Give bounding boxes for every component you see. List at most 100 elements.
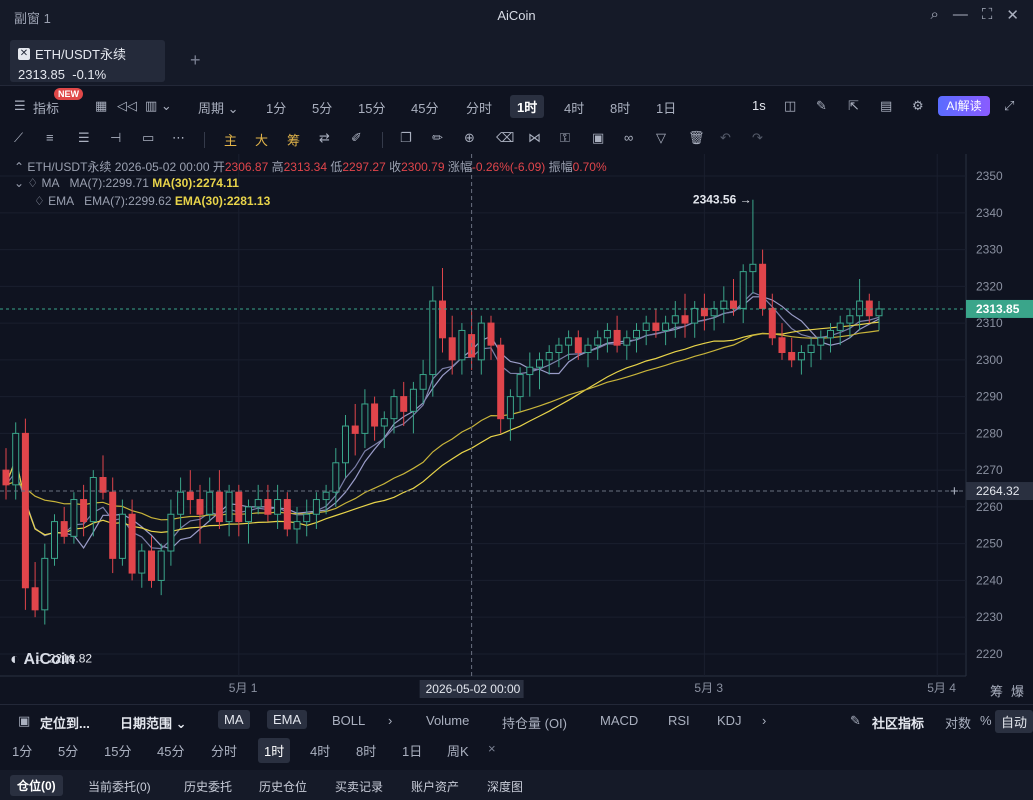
big-tool[interactable]: 大 <box>255 130 268 149</box>
pb-timeshare[interactable]: 分时 <box>211 741 237 760</box>
share-icon[interactable]: ⇱ <box>848 98 859 114</box>
bell-icon[interactable]: ♢ <box>34 194 45 208</box>
tab-assets[interactable]: 账户资产 <box>411 778 459 795</box>
candle-body <box>710 307 718 317</box>
collapse-icon[interactable]: ⌃ <box>14 160 24 174</box>
ray-tool-icon[interactable]: ⊣ <box>110 130 121 146</box>
hline-tool-icon[interactable]: ☰ <box>78 130 90 146</box>
tab-depth[interactable]: 深度图 <box>487 778 523 795</box>
close-icon[interactable]: × <box>488 741 496 756</box>
rect-tool-icon[interactable]: ▭ <box>142 130 154 146</box>
tab-positions[interactable]: 仓位(0) <box>10 775 63 796</box>
ind-rsi[interactable]: RSI <box>668 713 690 728</box>
ind-oi[interactable]: 持仓量 (OI) <box>502 713 567 732</box>
tab-order-history[interactable]: 历史委托 <box>184 778 232 795</box>
candle-body <box>118 513 126 559</box>
pen-icon[interactable]: ✎ <box>816 98 827 114</box>
redo-icon[interactable]: ↷ <box>752 130 763 146</box>
settings-icon[interactable]: ⚙ <box>912 98 924 114</box>
candle-body <box>516 374 524 398</box>
eraser-icon[interactable]: ⌫ <box>496 130 514 146</box>
tab-open-orders[interactable]: 当前委托(0) <box>88 778 151 795</box>
candle-body <box>477 322 485 361</box>
ind-kdj[interactable]: KDJ <box>717 713 742 728</box>
pb-4h[interactable]: 4时 <box>310 741 330 760</box>
percent-toggle[interactable]: % <box>980 713 992 728</box>
period-dropdown[interactable]: 周期 ⌄ <box>198 98 239 117</box>
pb-1h[interactable]: 1时 <box>258 738 291 763</box>
period-1m[interactable]: 1分 <box>266 98 286 117</box>
more-tools-icon[interactable]: ⋯ <box>172 130 185 146</box>
camera-icon[interactable]: ◫ <box>784 98 796 114</box>
pb-8h[interactable]: 8时 <box>356 741 376 760</box>
auto-scale-toggle[interactable]: 自动 <box>995 710 1033 733</box>
ai-interpret-button[interactable]: AI解读 <box>938 96 990 116</box>
ind-macd[interactable]: MACD <box>600 713 638 728</box>
pb-1w[interactable]: 周K <box>447 741 469 760</box>
speed-label[interactable]: 1s <box>752 98 766 113</box>
period-timeshare[interactable]: 分时 <box>466 98 492 117</box>
indicator-button[interactable]: 指标 <box>33 98 59 117</box>
x-close-icon[interactable]: ✕ <box>18 47 30 60</box>
layers-icon[interactable]: ▣ <box>592 130 604 146</box>
edit-icon[interactable]: ✎ <box>850 713 861 729</box>
ind-ema[interactable]: EMA <box>267 710 308 729</box>
search-icon[interactable]: ⌕ <box>931 6 939 24</box>
expand-icon[interactable]: ⌄ <box>14 176 24 190</box>
bell-icon[interactable]: ♢ <box>27 176 38 190</box>
line-tool-icon[interactable]: ⟋ <box>14 130 23 146</box>
period-1d[interactable]: 1日 <box>656 98 676 117</box>
candlestick-chart[interactable]: 2220 2230 2240 2250 2260 2270 2280 2290 2300 2310… <box>0 154 1033 702</box>
grid-icon[interactable]: ▤ <box>880 98 892 114</box>
layout-icon[interactable]: ▦ <box>95 98 107 114</box>
pb-1m[interactable]: 1分 <box>12 741 32 760</box>
locate-icon[interactable]: ▣ <box>18 713 30 729</box>
period-8h[interactable]: 8时 <box>610 98 630 117</box>
ind-boll[interactable]: BOLL <box>332 713 365 728</box>
filter-icon[interactable]: ▽ <box>656 130 666 146</box>
brush-icon[interactable]: ✐ <box>351 130 362 146</box>
parallel-tool-icon[interactable]: ≡ <box>46 130 54 145</box>
period-4h[interactable]: 4时 <box>564 98 584 117</box>
undo-icon[interactable]: ↶ <box>720 130 731 146</box>
zoom-icon[interactable]: ⊕ <box>464 130 475 146</box>
period-1h[interactable]: 1时 <box>510 95 545 118</box>
date-range-dropdown[interactable]: 日期范围 ⌄ <box>120 713 187 732</box>
expand-icon[interactable]: ⤢ <box>1004 98 1014 114</box>
chart-area[interactable]: 2220 2230 2240 2250 2260 2270 2280 2290 2300 2310… <box>0 154 1033 702</box>
ruler-icon[interactable]: ✏ <box>432 130 443 146</box>
period-5m[interactable]: 5分 <box>312 98 332 117</box>
period-45m[interactable]: 45分 <box>411 98 438 117</box>
main-tool[interactable]: 主 <box>224 130 237 149</box>
fullscreen-icon[interactable]: ⛶ <box>982 6 993 24</box>
chevron-right-icon[interactable]: › <box>388 713 392 728</box>
y-tick-label: 2250 <box>976 537 1003 551</box>
symbol-tab[interactable]: ✕ ETH/USDT永续 2313.85 -0.1% <box>10 40 165 82</box>
log-scale-toggle[interactable]: 对数 <box>945 713 971 732</box>
add-tab-icon[interactable]: + <box>190 50 201 71</box>
tab-position-history[interactable]: 历史仓位 <box>259 778 307 795</box>
pb-1d[interactable]: 1日 <box>402 741 422 760</box>
community-indicators[interactable]: 社区指标 <box>872 713 924 732</box>
menu-icon[interactable]: ☰ <box>14 98 26 114</box>
chart-type-icon[interactable]: ▥ ⌄ <box>145 98 172 114</box>
chevron-right-icon[interactable]: › <box>762 713 766 728</box>
compare-icon[interactable]: ⇄ <box>319 130 330 146</box>
replay-icon[interactable]: ◁◁ <box>117 98 137 114</box>
close-icon[interactable]: ✕ <box>1006 6 1019 24</box>
pb-45m[interactable]: 45分 <box>157 741 184 760</box>
link-icon[interactable]: ∞ <box>624 130 633 145</box>
copy-icon[interactable]: ❐ <box>400 130 412 146</box>
ind-volume[interactable]: Volume <box>426 713 469 728</box>
magnet-icon[interactable]: ⋈ <box>528 130 541 146</box>
period-15m[interactable]: 15分 <box>358 98 385 117</box>
ind-ma[interactable]: MA <box>218 710 250 729</box>
chip-tool[interactable]: 筹 <box>287 130 300 149</box>
minimize-icon[interactable]: — <box>953 6 968 24</box>
lock-icon[interactable]: ⚿ <box>560 130 570 146</box>
pb-5m[interactable]: 5分 <box>58 741 78 760</box>
pb-15m[interactable]: 15分 <box>104 741 131 760</box>
trash-icon[interactable]: 🗑 <box>688 130 705 146</box>
locate-button[interactable]: 定位到... <box>40 713 90 732</box>
tab-trades[interactable]: 买卖记录 <box>335 778 383 795</box>
